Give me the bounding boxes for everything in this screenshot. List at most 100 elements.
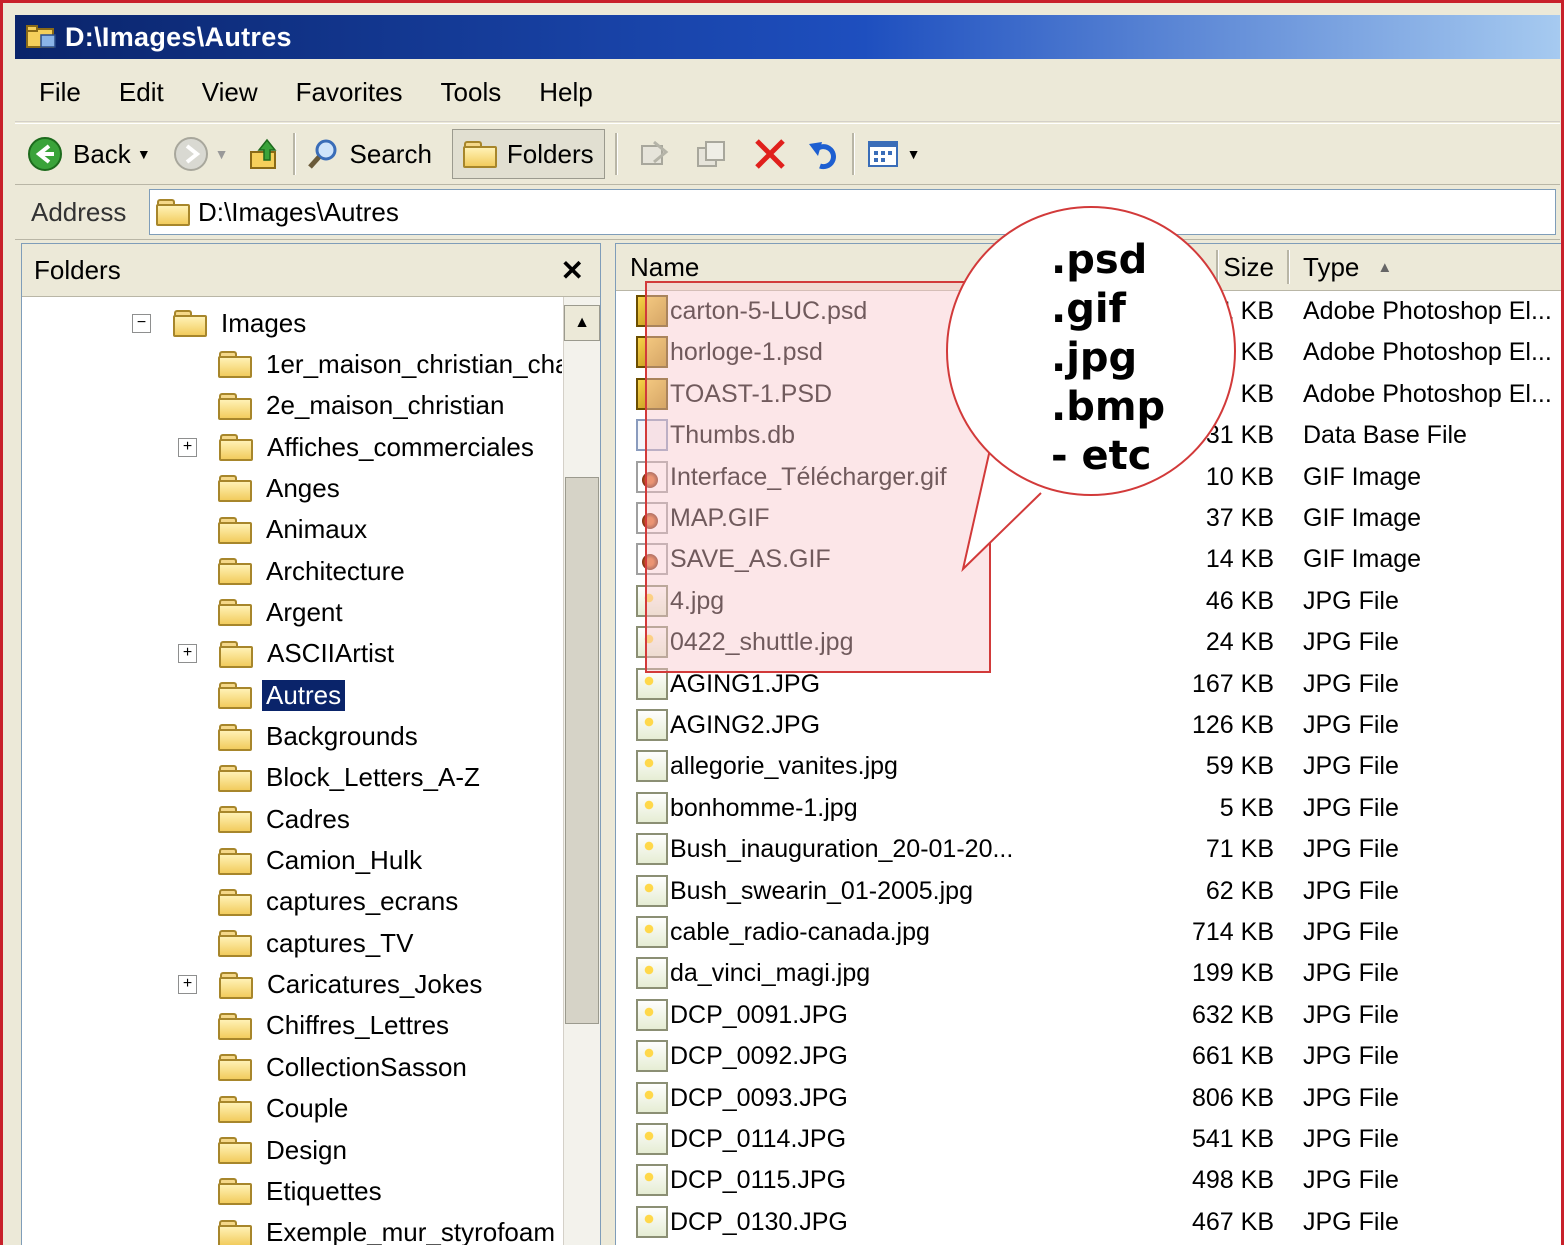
column-divider[interactable] [1287,250,1290,284]
tree-item[interactable]: Camion_Hulk [178,841,426,881]
file-type: JPG File [1303,752,1399,781]
jpg-icon [636,709,668,741]
expand-icon[interactable]: + [178,644,197,664]
tree-item-label: Architecture [266,555,405,586]
views-button[interactable]: ▼ [865,128,921,180]
tree-item[interactable]: 1er_maison_christian_cha [178,344,562,384]
file-size: 126 KB [1191,711,1274,739]
tree-item-label: Exemple_mur_styrofoam [266,1217,555,1245]
copy-to-button[interactable] [694,128,730,180]
file-row[interactable]: allegorie_vanites.jpg 59 KB JPG File [616,746,1561,787]
file-row[interactable]: DCP_0093.JPG 806 KB JPG File [616,1078,1561,1119]
tree-item[interactable]: + Caricatures_Jokes [178,965,486,1005]
file-size: 71 KB [1205,835,1274,864]
tree-item[interactable]: − Images [132,303,310,343]
jpg-icon [636,874,668,907]
file-type: JPG File [1303,586,1399,615]
forward-button[interactable]: ▼ [173,128,229,180]
file-size: 14 KB [1205,545,1274,574]
move-to-button[interactable] [636,128,672,180]
folder-icon [218,1178,252,1206]
back-dropdown-icon[interactable]: ▼ [137,146,151,162]
tree-item[interactable]: Design [178,1130,351,1170]
scroll-up-arrow-icon[interactable]: ▲ [564,305,600,341]
jpg-icon [636,1205,668,1238]
file-row[interactable]: DCP_0092.JPG 661 KB JPG File [616,1036,1561,1077]
file-name: DCP_0130.JPG [670,1207,848,1236]
file-name: da_vinci_magi.jpg [670,959,871,988]
column-header-type[interactable]: Type ▲ [1303,244,1392,290]
address-input[interactable]: D:\Images\Autres [149,189,1556,235]
menu-help[interactable]: Help [539,77,592,108]
search-button[interactable]: Search [306,128,432,180]
file-row[interactable]: AGING2.JPG 126 KB JPG File [616,705,1561,746]
menu-edit[interactable]: Edit [119,77,164,108]
title-bar[interactable]: D:\Images\Autres [15,15,1560,59]
tree-item[interactable]: 2e_maison_christian [178,386,508,426]
callout-line: .psd [1051,237,1148,283]
scrollbar-thumb[interactable] [565,477,599,1024]
expand-icon[interactable]: + [178,975,197,995]
menu-favorites[interactable]: Favorites [296,77,403,108]
file-row[interactable]: DCP_0091.JPG 632 KB JPG File [616,995,1561,1036]
file-row[interactable]: da_vinci_magi.jpg 199 KB JPG File [616,953,1561,994]
tree-item[interactable]: Exemple_mur_styrofoam [178,1213,559,1245]
folders-scrollbar[interactable]: ▲ [563,297,600,1245]
tree-item-label: 1er_maison_christian_cha [266,348,562,379]
file-name: DCP_0092.JPG [670,1042,848,1071]
menu-file[interactable]: File [39,77,81,108]
collapse-icon[interactable]: − [132,313,151,333]
tree-item[interactable]: Architecture [178,551,409,591]
forward-dropdown-icon[interactable]: ▼ [215,146,229,162]
tree-item[interactable]: Backgrounds [178,717,422,757]
tree-item[interactable]: Cadres [178,799,354,839]
file-name: allegorie_vanites.jpg [670,752,898,781]
file-row[interactable]: Bush_inauguration_20-01-20... 71 KB JPG Fi… [616,829,1561,870]
tree-item[interactable]: Etiquettes [178,1171,386,1211]
tree-item[interactable]: Autres [178,675,346,715]
folder-icon [218,1054,252,1082]
file-type: Data Base File [1303,421,1467,450]
tree-item[interactable]: captures_ecrans [178,882,462,922]
menu-view[interactable]: View [202,77,258,108]
file-row[interactable]: bonhomme-1.jpg 5 KB JPG File [616,788,1561,829]
undo-button[interactable] [806,128,842,180]
tree-item[interactable]: CollectionSasson [178,1047,471,1087]
delete-button[interactable] [752,128,788,180]
column-header-size[interactable]: Size [1223,244,1274,290]
file-size: 467 KB [1191,1207,1274,1236]
tree-item[interactable]: Chiffres_Lettres [178,1006,453,1046]
tree-item[interactable]: Argent [178,592,347,632]
file-row[interactable]: DCP_0114.JPG 541 KB JPG File [616,1119,1561,1160]
tree-item[interactable]: Block_Letters_A-Z [178,758,484,798]
tree-item[interactable]: captures_TV [178,923,417,963]
tree-item[interactable]: Couple [178,1089,352,1129]
file-size: 167 KB [1191,669,1274,698]
move-to-icon [640,140,668,165]
file-type: JPG File [1303,1000,1399,1029]
close-icon[interactable]: ✕ [561,254,584,287]
tree-item[interactable]: Animaux [178,510,371,550]
file-row[interactable]: cable_radio-canada.jpg 714 KB JPG File [616,912,1561,953]
callout-line: - etc [1051,433,1152,479]
pane-splitter[interactable] [601,243,615,1245]
up-folder-button[interactable] [247,128,283,180]
file-size: 806 KB [1191,1083,1274,1112]
file-row[interactable]: DCP_0115.JPG 498 KB JPG File [616,1160,1561,1201]
back-button[interactable]: Back ▼ [27,128,151,180]
folders-button[interactable]: Folders [451,129,605,179]
file-row[interactable]: Bush_swearin_01-2005.jpg 62 KB JPG File [616,871,1561,912]
file-name: DCP_0115.JPG [670,1166,847,1195]
views-dropdown-icon[interactable]: ▼ [907,146,921,162]
file-row[interactable]: DCP_0130.JPG 467 KB JPG File [616,1202,1561,1243]
folder-window-icon [25,23,59,51]
tree-item[interactable]: + Affiches_commerciales [178,427,538,467]
toolbar-separator [292,133,296,175]
file-type: JPG File [1303,876,1399,905]
folders-pane-header: Folders ✕ [22,244,600,297]
tree-item[interactable]: Anges [178,468,344,508]
tree-item[interactable]: + ASCIIArtist [178,634,398,674]
menu-tools[interactable]: Tools [441,77,502,108]
expand-icon[interactable]: + [178,437,197,457]
file-type: Adobe Photoshop El... [1303,379,1552,408]
